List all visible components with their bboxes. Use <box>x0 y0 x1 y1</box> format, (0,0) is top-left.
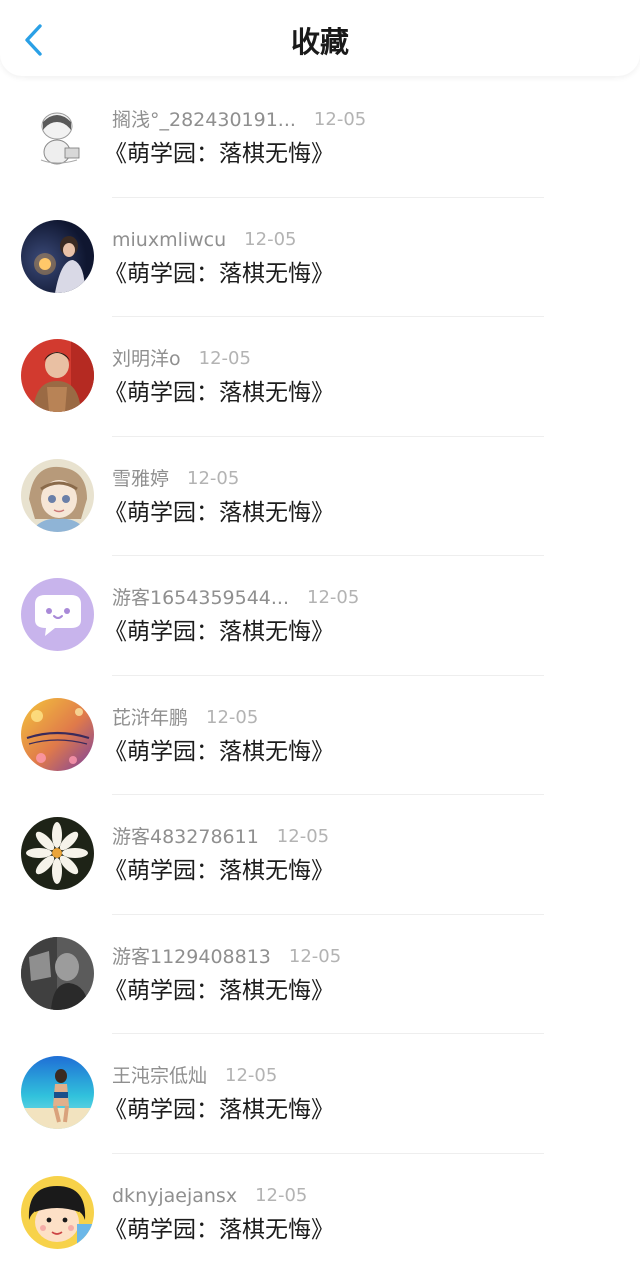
avatar[interactable] <box>21 1056 94 1129</box>
avatar[interactable] <box>21 100 94 173</box>
avatar[interactable] <box>21 339 94 412</box>
username[interactable]: 王沌宗低灿 <box>112 1063 207 1089</box>
date-label: 12-05 <box>307 587 360 608</box>
username[interactable]: 游客1129408813 <box>112 944 271 970</box>
list-item[interactable]: 刘明洋o 12-05 《萌学园：落棋无悔》 <box>0 317 640 437</box>
item-title[interactable]: 《萌学园：落棋无悔》 <box>104 616 334 648</box>
date-label: 12-05 <box>244 228 297 250</box>
item-title[interactable]: 《萌学园：落棋无悔》 <box>104 138 334 170</box>
item-title[interactable]: 《萌学园：落棋无悔》 <box>104 975 334 1007</box>
username[interactable]: 游客1654359544... <box>112 585 289 611</box>
item-title[interactable]: 《萌学园：落棋无悔》 <box>104 497 334 529</box>
list-item[interactable]: 王沌宗低灿 12-05 《萌学园：落棋无悔》 <box>0 1034 640 1154</box>
username[interactable]: 芘浒年鹏 <box>112 705 188 731</box>
list-item[interactable]: dknyjaejansx 12-05 《萌学园：落棋无悔》 <box>0 1154 640 1272</box>
item-title[interactable]: 《萌学园：落棋无悔》 <box>104 258 334 290</box>
item-title[interactable]: 《萌学园：落棋无悔》 <box>104 736 334 768</box>
username[interactable]: dknyjaejansx <box>112 1183 237 1209</box>
item-meta: 刘明洋o 12-05 <box>112 345 251 373</box>
list-item[interactable]: 搁浅°_282430191... 12-05 《萌学园：落棋无悔》 <box>0 78 640 198</box>
date-label: 12-05 <box>225 1065 278 1086</box>
username[interactable]: 刘明洋o <box>112 346 181 372</box>
page-title: 收藏 <box>290 25 349 59</box>
item-title[interactable]: 《萌学园：落棋无悔》 <box>104 377 334 409</box>
item-meta: 雪雅婷 12-05 <box>112 465 239 493</box>
avatar[interactable] <box>21 219 94 293</box>
avatar[interactable] <box>21 936 94 1010</box>
item-meta: 搁浅°_282430191... 12-05 <box>112 106 366 134</box>
item-meta: 王沌宗低灿 12-05 <box>112 1062 277 1090</box>
item-meta: dknyjaejansx 12-05 <box>112 1182 307 1210</box>
item-meta: 游客483278611 12-05 <box>112 823 329 851</box>
username[interactable]: miuxmliwcu <box>112 227 226 253</box>
list-item[interactable]: 游客483278611 12-05 《萌学园：落棋无悔》 <box>0 795 640 915</box>
list-item[interactable]: 芘浒年鹏 12-05 《萌学园：落棋无悔》 <box>0 676 640 795</box>
avatar[interactable] <box>21 697 94 771</box>
list-item[interactable]: 游客1654359544... 12-05 《萌学园：落棋无悔》 <box>0 556 640 676</box>
date-label: 12-05 <box>255 1184 308 1206</box>
item-meta: 游客1654359544... 12-05 <box>112 584 359 612</box>
favorites-list: 搁浅°_282430191... 12-05 《萌学园：落棋无悔》 miuxml… <box>0 78 640 1272</box>
avatar[interactable] <box>21 817 94 890</box>
item-meta: miuxmliwcu 12-05 <box>112 226 296 254</box>
date-label: 12-05 <box>288 945 342 967</box>
list-item[interactable]: miuxmliwcu 12-05 《萌学园：落棋无悔》 <box>0 198 640 317</box>
item-title[interactable]: 《萌学园：落棋无悔》 <box>104 1214 334 1246</box>
date-label: 12-05 <box>206 706 259 728</box>
date-label: 12-05 <box>313 109 367 130</box>
list-item[interactable]: 游客1129408813 12-05 《萌学园：落棋无悔》 <box>0 915 640 1034</box>
avatar[interactable] <box>21 578 94 651</box>
favorites-page: 收藏 搁浅°_282430191... 12-05 《萌学园：落棋无悔》 miu… <box>0 0 640 1272</box>
list-item[interactable]: 雪雅婷 12-05 《萌学园：落棋无悔》 <box>0 437 640 556</box>
date-label: 12-05 <box>198 348 251 369</box>
username[interactable]: 搁浅°_282430191... <box>112 107 296 133</box>
date-label: 12-05 <box>276 826 330 847</box>
item-title[interactable]: 《萌学园：落棋无悔》 <box>104 855 334 887</box>
username[interactable]: 游客483278611 <box>112 824 259 850</box>
avatar[interactable] <box>21 458 94 532</box>
item-meta: 芘浒年鹏 12-05 <box>112 704 258 732</box>
date-label: 12-05 <box>187 467 240 489</box>
item-title[interactable]: 《萌学园：落棋无悔》 <box>104 1094 334 1126</box>
item-meta: 游客1129408813 12-05 <box>112 943 341 971</box>
avatar[interactable] <box>21 1175 94 1249</box>
username[interactable]: 雪雅婷 <box>112 466 169 492</box>
top-bar: 收藏 <box>0 0 640 76</box>
